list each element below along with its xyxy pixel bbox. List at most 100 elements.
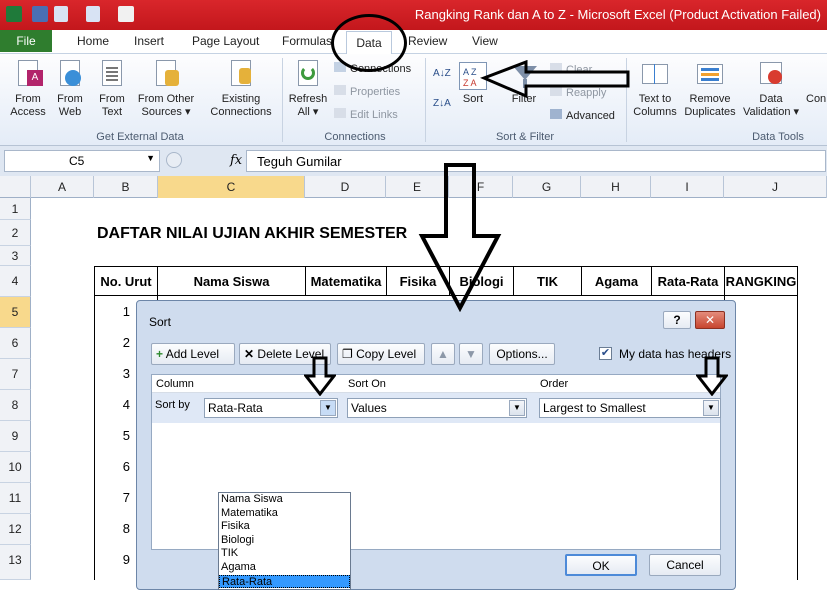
from-web-button[interactable]: From Web bbox=[52, 58, 88, 119]
row-header[interactable]: 6 bbox=[0, 328, 31, 359]
sort-on-dropdown-icon[interactable]: ▼ bbox=[509, 400, 525, 416]
redo-icon[interactable] bbox=[86, 6, 100, 22]
add-level-button[interactable]: + Add Level bbox=[151, 343, 235, 365]
row-header[interactable]: 2 bbox=[0, 220, 31, 246]
properties-button[interactable]: Properties bbox=[334, 85, 400, 98]
insert-function-icon[interactable]: fx bbox=[230, 153, 242, 168]
consolidate-button[interactable]: Con bbox=[806, 58, 827, 106]
sort-on-header-label: Sort On bbox=[348, 378, 386, 390]
row-header[interactable]: 9 bbox=[0, 421, 31, 452]
copy-level-button[interactable]: ❐ Copy Level bbox=[337, 343, 425, 365]
row-header[interactable]: 12 bbox=[0, 514, 31, 545]
dropdown-option[interactable]: Nama Siswa bbox=[219, 493, 350, 507]
annotation-arrow-order bbox=[696, 356, 728, 396]
move-up-icon: ▲ bbox=[437, 347, 449, 361]
edit-links-button[interactable]: Edit Links bbox=[334, 108, 398, 121]
name-box[interactable]: C5 ▼ bbox=[4, 150, 160, 172]
web-icon bbox=[55, 58, 85, 90]
help-button[interactable]: ? bbox=[663, 311, 691, 329]
table-header[interactable]: Matematika bbox=[305, 266, 387, 296]
table-header[interactable]: Rata-Rata bbox=[651, 266, 725, 296]
dropdown-option[interactable]: Biologi bbox=[219, 534, 350, 548]
move-down-icon: ▼ bbox=[465, 347, 477, 361]
tab-view[interactable]: View bbox=[472, 34, 498, 48]
existing-connections-button[interactable]: Existing Connections bbox=[206, 58, 276, 119]
ribbon-tabs: File Home Insert Page Layout Formulas Da… bbox=[0, 30, 827, 55]
table-header[interactable]: RANGKING bbox=[724, 266, 798, 296]
tab-page-layout[interactable]: Page Layout bbox=[192, 34, 259, 48]
options-button[interactable]: Options... bbox=[489, 343, 555, 365]
column-header[interactable]: J bbox=[724, 176, 827, 198]
title-bar: Rangking Rank dan A to Z - Microsoft Exc… bbox=[0, 0, 827, 30]
excel-logo-icon bbox=[6, 6, 22, 22]
sort-on-select[interactable]: Values ▼ bbox=[347, 398, 527, 418]
tab-file[interactable]: File bbox=[0, 30, 52, 52]
column-header[interactable]: D bbox=[305, 176, 386, 198]
annotation-arrow-sort bbox=[480, 60, 630, 99]
from-text-button[interactable]: From Text bbox=[94, 58, 130, 119]
dropdown-option[interactable]: TIK bbox=[219, 547, 350, 561]
order-select[interactable]: Largest to Smallest ▼ bbox=[539, 398, 721, 418]
dropdown-option[interactable]: Fisika bbox=[219, 520, 350, 534]
text-to-columns-icon bbox=[640, 58, 670, 90]
close-button[interactable]: ✕ bbox=[695, 311, 725, 329]
ok-button[interactable]: OK bbox=[565, 554, 637, 576]
text-to-columns-button[interactable]: Text to Columns bbox=[630, 58, 680, 119]
table-header[interactable]: Agama bbox=[581, 266, 652, 296]
annotation-arrow-down bbox=[418, 163, 502, 312]
sort-by-select[interactable]: Rata-Rata ▼ bbox=[204, 398, 338, 418]
table-header[interactable]: Nama Siswa bbox=[157, 266, 306, 296]
sort-a-to-z-icon[interactable]: A↓Z bbox=[433, 68, 451, 79]
table-header[interactable]: No. Urut bbox=[94, 266, 158, 296]
dropdown-option[interactable]: Agama bbox=[219, 561, 350, 575]
select-all-corner[interactable] bbox=[0, 176, 31, 198]
tab-home[interactable]: Home bbox=[77, 34, 109, 48]
cancel-button[interactable]: Cancel bbox=[649, 554, 721, 576]
column-header[interactable]: A bbox=[31, 176, 94, 198]
sort-by-dropdown-icon[interactable]: ▼ bbox=[320, 400, 336, 416]
tab-formulas[interactable]: Formulas bbox=[282, 34, 332, 48]
move-down-button[interactable]: ▼ bbox=[459, 343, 483, 365]
table-header[interactable]: TIK bbox=[513, 266, 582, 296]
dropdown-option-selected[interactable]: Rata-Rata bbox=[219, 574, 350, 589]
column-header[interactable]: G bbox=[513, 176, 581, 198]
refresh-all-button[interactable]: Refresh All ▾ bbox=[286, 58, 330, 119]
row-header[interactable]: 1 bbox=[0, 198, 31, 220]
column-header[interactable]: C bbox=[158, 176, 305, 198]
add-level-icon: + bbox=[156, 347, 164, 361]
print-preview-icon[interactable] bbox=[118, 6, 134, 22]
connections-file-icon bbox=[226, 58, 256, 90]
column-header[interactable]: B bbox=[94, 176, 158, 198]
from-access-button[interactable]: A From Access bbox=[8, 58, 48, 119]
column-header[interactable]: I bbox=[651, 176, 724, 198]
from-other-sources-button[interactable]: From Other Sources ▾ bbox=[134, 58, 198, 119]
data-validation-button[interactable]: Data Validation ▾ bbox=[740, 58, 802, 119]
delete-level-icon: ✕ bbox=[244, 347, 255, 361]
order-dropdown-icon[interactable]: ▼ bbox=[703, 400, 719, 416]
consolidate-icon bbox=[806, 58, 827, 90]
headers-checkbox[interactable]: ✔ bbox=[599, 347, 612, 360]
row-header[interactable]: 13 bbox=[0, 545, 31, 580]
undo-icon[interactable] bbox=[54, 6, 68, 22]
tab-insert[interactable]: Insert bbox=[134, 34, 164, 48]
tab-review[interactable]: Review bbox=[408, 34, 447, 48]
sort-z-to-a-icon[interactable]: Z↓A bbox=[433, 98, 451, 109]
row-header[interactable]: 7 bbox=[0, 359, 31, 390]
save-icon[interactable] bbox=[32, 6, 48, 22]
advanced-filter-button[interactable]: Advanced bbox=[550, 109, 615, 122]
row-header[interactable]: 5 bbox=[0, 297, 31, 328]
row-header[interactable]: 4 bbox=[0, 266, 31, 297]
row-header[interactable]: 3 bbox=[0, 246, 31, 266]
group-data-tools: Data Tools bbox=[752, 131, 804, 143]
row-header[interactable]: 11 bbox=[0, 483, 31, 514]
dropdown-option[interactable]: Matematika bbox=[219, 507, 350, 521]
remove-duplicates-button[interactable]: Remove Duplicates bbox=[682, 58, 738, 119]
row-header[interactable]: 8 bbox=[0, 390, 31, 421]
formula-input[interactable]: Teguh Gumilar bbox=[246, 150, 826, 172]
row-header[interactable]: 10 bbox=[0, 452, 31, 483]
sort-by-label: Sort by bbox=[155, 399, 190, 411]
sheet-title: DAFTAR NILAI UJIAN AKHIR SEMESTER bbox=[97, 225, 408, 242]
column-header[interactable]: H bbox=[581, 176, 651, 198]
name-box-dropdown-icon[interactable]: ▼ bbox=[146, 153, 155, 163]
move-up-button[interactable]: ▲ bbox=[431, 343, 455, 365]
